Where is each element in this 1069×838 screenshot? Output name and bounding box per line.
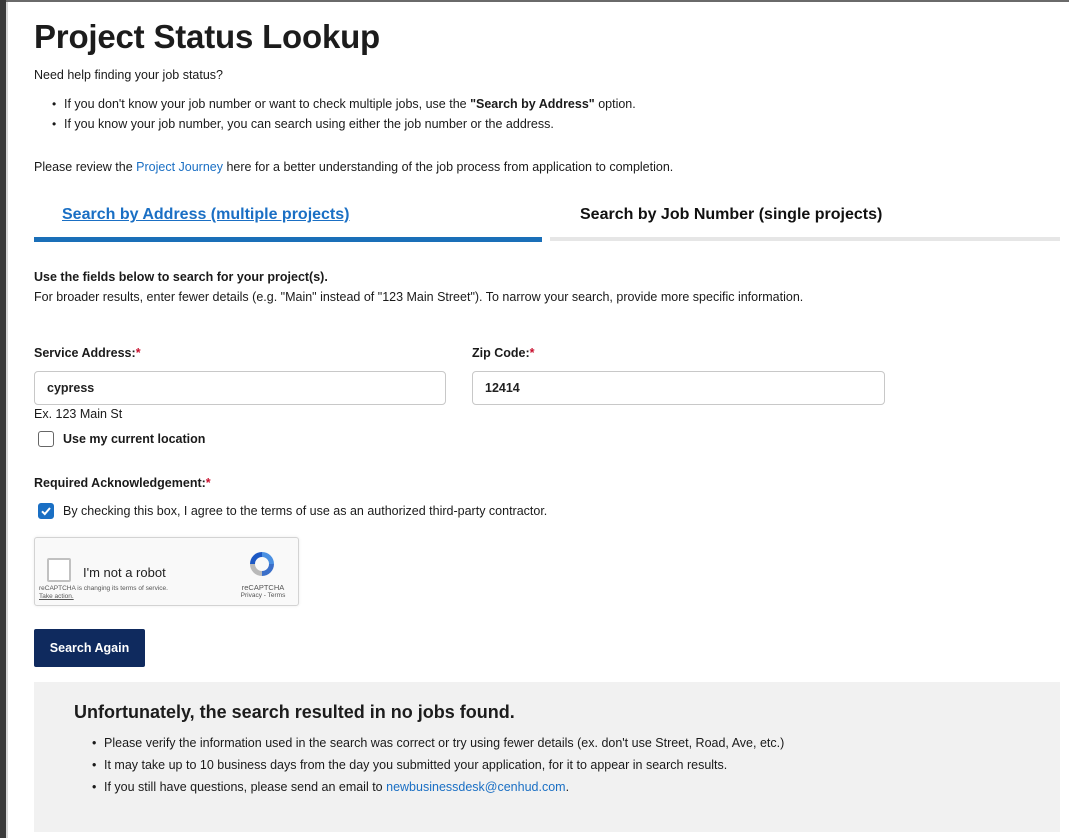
required-marker: * [205,476,211,490]
recaptcha-logo-icon [250,552,274,576]
form-instructions-body: For broader results, enter fewer details… [34,290,804,304]
results-tip-item: Please verify the information used in th… [92,732,784,754]
intro-text: Need help finding your job status? [34,68,224,82]
use-location-label: Use my current location [63,432,206,446]
use-location-checkbox[interactable] [38,431,54,447]
use-location-row[interactable]: Use my current location [38,431,205,447]
project-journey-link[interactable]: Project Journey [136,160,223,174]
results-heading: Unfortunately, the search resulted in no… [74,702,515,722]
window-frame-inner [6,2,8,838]
checkmark-icon [41,507,51,516]
required-marker: * [529,346,535,360]
results-tips-list: Please verify the information used in th… [92,732,784,798]
search-by-address-emphasis: "Search by Address" [470,97,595,111]
page-title: Project Status Lookup [34,18,381,55]
help-item-address: If you don't know your job number or wan… [52,94,636,114]
tab-address-label: Search by Address (multiple projects) [62,206,350,223]
inactive-tab-indicator [550,237,1060,241]
tab-job-label: Search by Job Number (single projects) [580,206,883,223]
service-address-hint: Ex. 123 Main St [34,407,123,421]
results-tip-item: It may take up to 10 business days from … [92,754,784,776]
recaptcha-brand: reCAPTCHA [241,583,285,592]
recaptcha-widget: I'm not a robot reCAPTCHA is changing it… [34,537,299,606]
recaptcha-label: I'm not a robot [83,565,166,580]
zip-code-input[interactable] [472,371,885,405]
recaptcha-privacy-terms-link[interactable]: Privacy - Terms [235,592,291,599]
zip-code-label: Zip Code:* [472,346,535,360]
recaptcha-notice: reCAPTCHA is changing its terms of servi… [39,585,168,592]
tab-search-by-job-number[interactable]: Search by Job Number (single projects) [550,198,1060,242]
results-tip-item: If you still have questions, please send… [92,776,784,798]
required-marker: * [135,346,141,360]
help-item-job-number: If you know your job number, you can sea… [52,114,636,134]
service-address-input[interactable] [34,371,446,405]
search-tabs: Search by Address (multiple projects) Se… [34,198,1060,242]
search-again-button[interactable]: Search Again [34,629,145,667]
acknowledgement-label: Required Acknowledgement:* [34,476,211,490]
results-panel: Unfortunately, the search resulted in no… [34,682,1060,832]
window-frame-top [6,0,1069,2]
acknowledgement-text: By checking this box, I agree to the ter… [63,504,548,518]
recaptcha-checkbox[interactable] [47,558,71,582]
help-list: If you don't know your job number or wan… [52,94,636,134]
journey-text: Please review the Project Journey here f… [34,160,674,174]
recaptcha-take-action-link[interactable]: Take action. [39,593,74,600]
acknowledgement-checkbox[interactable] [38,503,54,519]
active-tab-indicator [34,237,542,242]
service-address-label: Service Address:* [34,346,141,360]
form-instructions-title: Use the fields below to search for your … [34,270,328,284]
tab-search-by-address[interactable]: Search by Address (multiple projects) [34,198,542,242]
acknowledgement-row[interactable]: By checking this box, I agree to the ter… [38,503,547,519]
support-email-link[interactable]: newbusinessdesk@cenhud.com [386,780,565,794]
